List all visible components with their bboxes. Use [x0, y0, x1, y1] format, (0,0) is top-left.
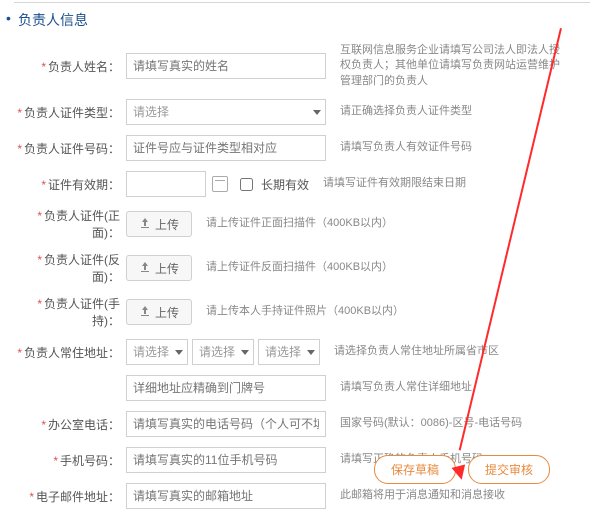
calendar-icon[interactable]	[212, 176, 228, 192]
hint-addr-detail: 请填写负责人常住详细地址	[340, 380, 472, 395]
hint-validity: 请填写证件有效期限结束日期	[323, 176, 466, 191]
name-input[interactable]	[126, 53, 326, 79]
email-input[interactable]	[126, 483, 326, 509]
label-id-number: *负责人证件号码：	[16, 140, 126, 157]
id-number-input[interactable]	[126, 135, 326, 161]
district-select[interactable]: 请选择	[258, 339, 320, 365]
mobile-input[interactable]	[126, 447, 326, 473]
submit-button[interactable]: 提交审核	[468, 455, 550, 484]
hint-id-hand: 请上传本人手持证件照片（400KB以内）	[206, 304, 404, 319]
label-id-hand: *负责人证件(手持)：	[16, 295, 126, 329]
hint-email: 此邮箱将用于消息通知和消息接收	[340, 488, 505, 503]
label-office-tel: *办公室电话：	[16, 416, 126, 433]
label-name: *负责人姓名：	[16, 58, 126, 75]
label-id-type: *负责人证件类型：	[16, 104, 126, 121]
id-type-select[interactable]: 请选择	[126, 99, 326, 125]
upload-front-button[interactable]: 上传	[126, 211, 192, 237]
province-select[interactable]: 请选择	[126, 339, 188, 365]
long-term-checkbox[interactable]	[240, 178, 253, 191]
row-office-tel: *办公室电话： 国家号码(默认：0086)-区号-电话号码	[0, 406, 610, 442]
address-detail-input[interactable]	[126, 375, 326, 401]
city-select[interactable]: 请选择	[192, 339, 254, 365]
row-id-type: *负责人证件类型： 请选择 请正确选择负责人证件类型	[0, 94, 610, 130]
hint-address: 请选择负责人常住地址所属省市区	[334, 344, 499, 359]
label-email: *电子邮件地址：	[16, 488, 126, 505]
label-address: *负责人常住地址：	[16, 344, 126, 361]
upload-icon	[139, 305, 151, 320]
label-id-front: *负责人证件(正面)：	[16, 207, 126, 241]
validity-date-input[interactable]	[126, 171, 206, 197]
upload-back-button[interactable]: 上传	[126, 255, 192, 281]
hint-name: 互联网信息服务企业请填写公司法人即法人授权负责人；其他单位请填写负责网站运营维护…	[340, 43, 560, 89]
upload-hand-button[interactable]: 上传	[126, 299, 192, 325]
row-address-detail: . 请填写负责人常住详细地址	[0, 370, 610, 406]
label-mobile: *手机号码：	[16, 452, 126, 469]
row-address: *负责人常住地址： 请选择 请选择 请选择 请选择负责人常住地址所属省市区	[0, 334, 610, 370]
hint-id-back: 请上传证件反面扫描件（400KB以内）	[206, 260, 393, 275]
upload-icon	[139, 261, 151, 276]
hint-id-number: 请填写负责人有效证件号码	[340, 140, 472, 155]
save-draft-button[interactable]: 保存草稿	[374, 455, 456, 484]
section-title: 负责人信息	[0, 0, 610, 38]
hint-id-type: 请正确选择负责人证件类型	[340, 104, 472, 119]
row-id-hand: *负责人证件(手持)： 上传 请上传本人手持证件照片（400KB以内）	[0, 290, 610, 334]
hint-office-tel: 国家号码(默认：0086)-区号-电话号码	[340, 416, 522, 431]
long-term-label: 长期有效	[261, 176, 309, 193]
row-id-number: *负责人证件号码： 请填写负责人有效证件号码	[0, 130, 610, 166]
upload-icon	[139, 217, 151, 232]
hint-id-front: 请上传证件正面扫描件（400KB以内）	[206, 216, 393, 231]
row-name: *负责人姓名： 互联网信息服务企业请填写公司法人即法人授权负责人；其他单位请填写…	[0, 38, 610, 94]
row-id-back: *负责人证件(反面)： 上传 请上传证件反面扫描件（400KB以内）	[0, 246, 610, 290]
label-id-back: *负责人证件(反面)：	[16, 251, 126, 285]
office-tel-input[interactable]	[126, 411, 326, 437]
label-validity: *证件有效期：	[16, 176, 126, 193]
